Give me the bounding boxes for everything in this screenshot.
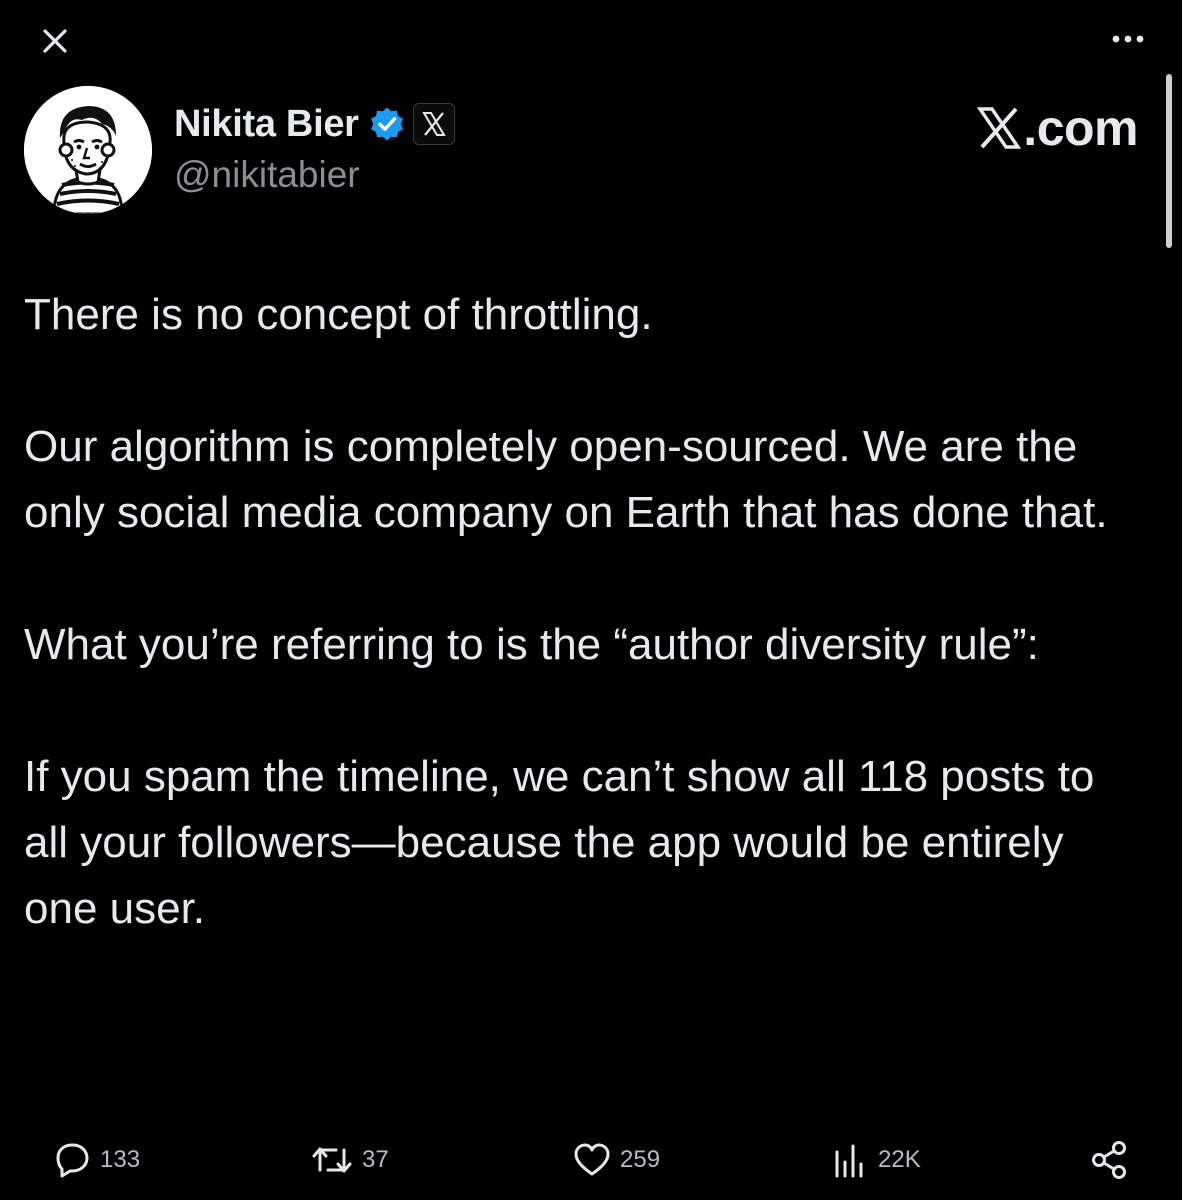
post-paragraph: If you spam the timeline, we can’t show … (24, 752, 1095, 933)
x-logo-icon (421, 112, 446, 136)
reply-icon (52, 1140, 92, 1180)
brand-text: .com (1023, 100, 1138, 156)
share-icon (1088, 1139, 1130, 1181)
repost-count: 37 (362, 1146, 389, 1173)
post-text: There is no concept of throttling. Our a… (24, 282, 1144, 942)
reply-button[interactable]: 133 (52, 1130, 140, 1190)
avatar-illustration (24, 86, 152, 214)
author-handle[interactable]: @nikitabier (174, 154, 360, 196)
post-actions-bar: 133 37 259 22K (0, 1130, 1182, 1190)
author-name-row[interactable]: Nikita Bier (174, 100, 455, 148)
repost-icon (310, 1140, 354, 1180)
post-paragraph: What you’re referring to is the “author … (24, 620, 1039, 669)
repost-button[interactable]: 37 (310, 1130, 389, 1190)
post-paragraph: Our algorithm is completely open-sourced… (24, 422, 1108, 537)
close-icon (43, 29, 67, 53)
view-count: 22K (878, 1146, 921, 1173)
like-button[interactable]: 259 (572, 1130, 660, 1190)
share-button[interactable] (1088, 1130, 1130, 1190)
heart-icon (572, 1140, 612, 1180)
affiliate-badge[interactable] (412, 103, 455, 145)
scrollbar-thumb[interactable] (1166, 74, 1172, 248)
author-display-name[interactable]: Nikita Bier (174, 103, 359, 146)
more-horizontal-icon (1112, 35, 1144, 43)
like-count: 259 (620, 1146, 661, 1173)
brand-watermark: .com (977, 100, 1138, 156)
post-header: Nikita Bier @nikitabier .com (24, 86, 1154, 216)
more-options-button[interactable] (1108, 24, 1148, 54)
views-button[interactable]: 22K (830, 1130, 921, 1190)
post-paragraph: There is no concept of throttling. (24, 290, 653, 339)
post-viewer: Nikita Bier @nikitabier .com There is no… (0, 0, 1182, 1200)
analytics-icon (830, 1140, 870, 1180)
avatar[interactable] (24, 86, 152, 214)
reply-count: 133 (100, 1146, 141, 1173)
close-button[interactable] (38, 24, 72, 58)
verified-badge-icon (369, 106, 405, 142)
x-logo-icon (977, 106, 1022, 150)
